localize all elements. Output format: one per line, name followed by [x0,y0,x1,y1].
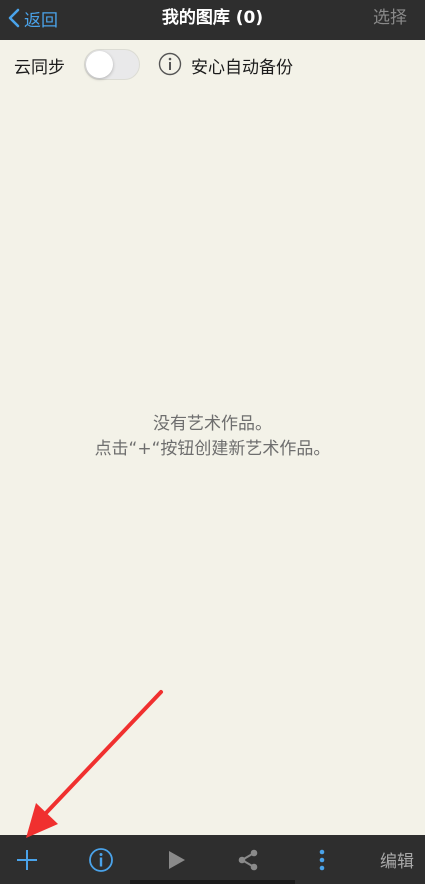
add-icon[interactable] [14,847,40,873]
more-icon[interactable] [309,847,335,873]
select-button[interactable]: 选择 [373,4,407,32]
play-icon[interactable] [163,847,189,873]
bottom-toolbar: 编辑 [0,835,425,884]
empty-state-line-2: 点击“+“按钮创建新艺术作品。 [94,439,331,459]
toggle-knob [86,51,113,78]
home-indicator [130,880,295,884]
sync-row: 云同步 安心自动备份 [0,40,425,88]
edit-button[interactable]: 编辑 [380,847,414,872]
cloud-sync-toggle[interactable] [84,49,140,80]
top-bar: 返回 我的图库 (0) 选择 [0,0,425,40]
share-icon[interactable] [235,847,261,873]
cloud-sync-label: 云同步 [14,58,65,78]
info-icon[interactable] [158,52,182,76]
empty-state-message: 没有艺术作品。 点击“+“按钮创建新艺术作品。 [0,412,425,462]
auto-backup-label: 安心自动备份 [191,58,293,78]
page-title: 我的图库 (0) [161,8,264,28]
info-icon[interactable] [88,847,114,873]
empty-state-line-1: 没有艺术作品。 [153,414,272,434]
